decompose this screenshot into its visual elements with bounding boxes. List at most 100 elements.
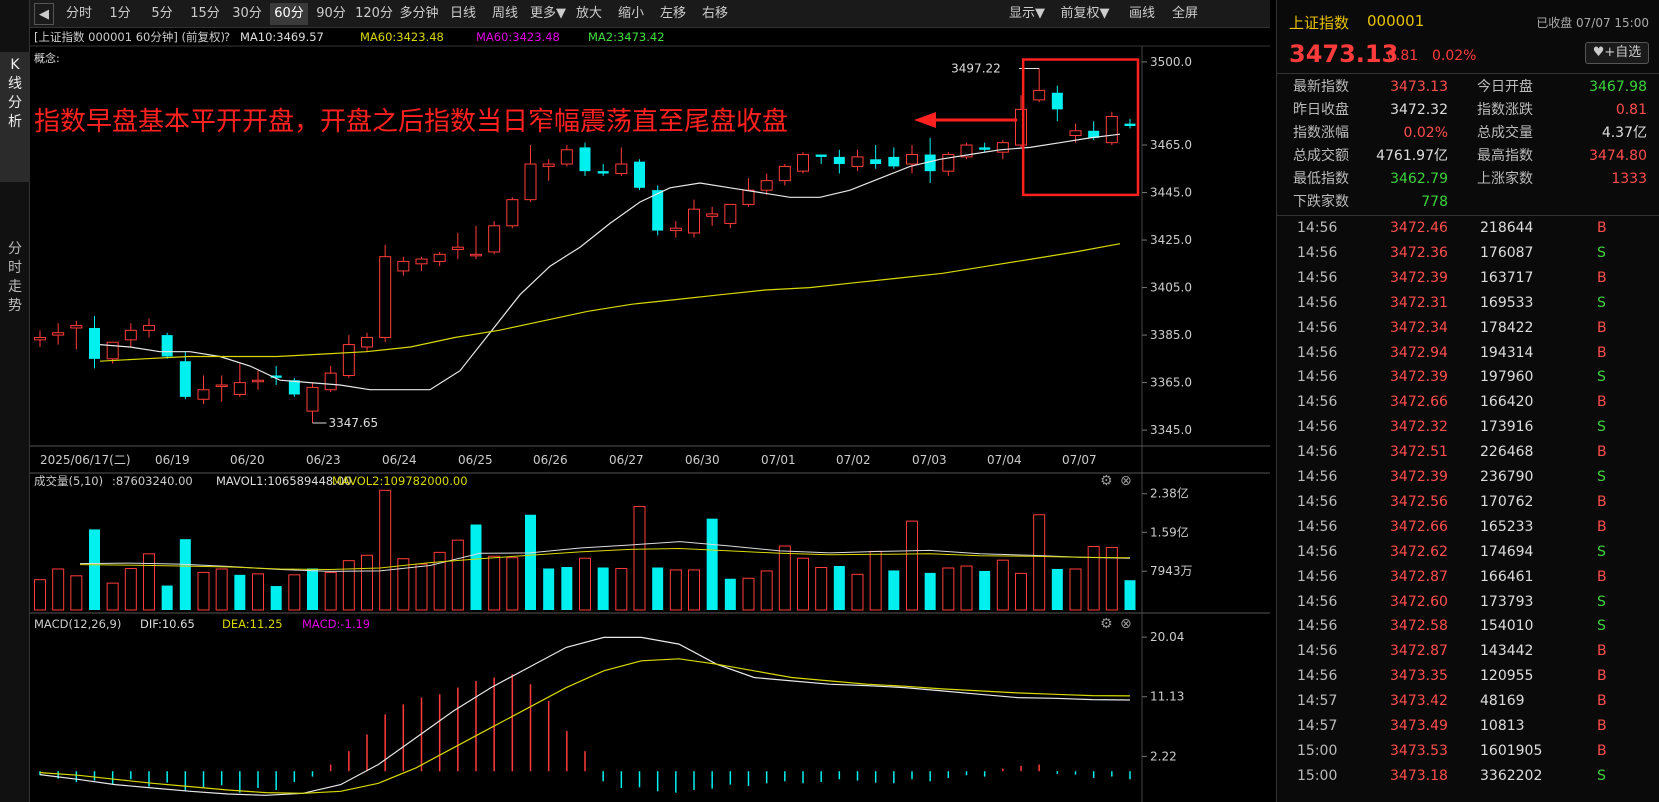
- volume-bar: [760, 570, 773, 611]
- stat-value: 3473.13: [1390, 79, 1448, 95]
- candle-body: [542, 163, 555, 167]
- stats-grid: 最新指数 3473.13 今日开盘 3467.98 昨日收盘 3472.32 指数涨跌 0.8…: [1277, 73, 1659, 210]
- tick-row: 14:56 3472.58 154010 S: [1277, 614, 1659, 639]
- toolbar-item-13[interactable]: 缩小: [612, 3, 650, 25]
- tick-volume: 163717: [1480, 269, 1534, 286]
- legend-ma2: MA2:3473.42: [588, 30, 665, 44]
- toolbar-item-0[interactable]: 分时: [60, 3, 98, 25]
- toolbar-item-3[interactable]: 15分: [186, 3, 224, 25]
- tick-price: 3473.53: [1390, 742, 1448, 759]
- volume-bar: [288, 574, 301, 611]
- volume-bar: [543, 568, 555, 610]
- stat-1-1: 指数涨跌 0.81: [1477, 98, 1647, 122]
- tick-volume: 173916: [1480, 419, 1534, 436]
- min-price-label: 3347.65: [329, 416, 379, 430]
- volume-bar: [1015, 572, 1027, 611]
- toolbar-right-item-0[interactable]: 显示▼: [1002, 3, 1052, 25]
- tick-row: 14:56 3472.66 165233 B: [1277, 515, 1659, 540]
- candle-body: [615, 163, 628, 175]
- candle-body: [1015, 108, 1027, 146]
- stat-label: 昨日收盘: [1293, 102, 1349, 118]
- toolbar-item-4[interactable]: 30分: [228, 3, 266, 25]
- candle-body: [433, 253, 446, 262]
- tick-direction: B: [1597, 568, 1607, 585]
- tick-price: 3473.49: [1390, 718, 1448, 734]
- legend-ma60: MA60:3423.48: [360, 30, 444, 44]
- tick-row: 14:56 3472.32 173916 S: [1277, 415, 1659, 440]
- collapse-left-icon[interactable]: ◀: [34, 3, 54, 25]
- tick-price: 3472.60: [1390, 593, 1448, 610]
- volume-bar: [215, 568, 228, 611]
- tick-volume: 10813: [1480, 718, 1525, 734]
- candle-body: [797, 154, 809, 172]
- stat-1-0: 昨日收盘 3472.32: [1293, 98, 1448, 122]
- tick-direction: B: [1597, 742, 1607, 759]
- tick-direction: B: [1597, 269, 1607, 286]
- candle-body: [560, 149, 573, 165]
- tick-volume: 226468: [1480, 444, 1534, 461]
- tick-price: 3472.31: [1390, 294, 1448, 311]
- volume-bar: [70, 575, 83, 611]
- tick-price: 3472.51: [1390, 444, 1448, 461]
- tick-price: 3472.66: [1390, 394, 1448, 411]
- toolbar-item-14[interactable]: 左移: [654, 3, 692, 25]
- add-favorite-button[interactable]: ♥+自选: [1585, 42, 1649, 64]
- price-tick-label: 3365.0: [1150, 376, 1192, 390]
- toolbar-item-11[interactable]: 更多▼: [528, 3, 568, 25]
- tick-volume: 174694: [1480, 543, 1534, 560]
- index-code: 000001: [1367, 12, 1425, 30]
- macd-tick-label: 20.04: [1150, 630, 1184, 644]
- volume-bar: [361, 554, 373, 611]
- toolbar-item-10[interactable]: 周线: [486, 3, 524, 25]
- volume-bar: [742, 577, 755, 611]
- volume-bar: [960, 565, 973, 611]
- price-tick-label: 3465.0: [1150, 138, 1192, 152]
- toolbar-item-5[interactable]: 60分: [270, 3, 308, 25]
- tick-row: 14:56 3472.36 176087 S: [1277, 241, 1659, 266]
- candle-body: [1033, 89, 1046, 101]
- tick-time: 14:56: [1297, 419, 1338, 436]
- date-label: 06/19: [155, 453, 190, 467]
- toolbar-right-item-3[interactable]: 全屏: [1164, 3, 1206, 25]
- candle-body: [760, 180, 773, 191]
- tick-price: 3472.32: [1390, 419, 1448, 436]
- volume-bar: [669, 569, 682, 611]
- toolbar-item-1[interactable]: 1分: [102, 3, 138, 25]
- volume-bar: [179, 539, 191, 610]
- tick-price: 3472.46: [1390, 220, 1448, 236]
- volume-bar: [34, 579, 46, 611]
- tab-k-line-analysis[interactable]: K 线 分 析: [0, 52, 30, 182]
- price-tick-label: 3425.0: [1150, 233, 1192, 247]
- toolbar-right-item-1[interactable]: 前复权▼: [1052, 3, 1118, 25]
- candle-body: [669, 227, 682, 232]
- tick-time: 14:56: [1297, 618, 1338, 635]
- tab-time-sharing[interactable]: 分 时 走 势: [0, 240, 30, 360]
- tick-direction: B: [1597, 643, 1607, 660]
- date-label: 07/01: [761, 453, 796, 467]
- toolbar-right-item-2[interactable]: 画线: [1122, 3, 1162, 25]
- kline-chart-area[interactable]: [上证指数 000001 60分钟] (前复权)? MA10:3469.57 MA6…: [30, 28, 1270, 802]
- toolbar-item-6[interactable]: 90分: [312, 3, 350, 25]
- tick-row: 14:56 3472.34 178422 B: [1277, 316, 1659, 341]
- toolbar-item-7[interactable]: 120分: [354, 3, 394, 25]
- candle-body: [870, 159, 882, 165]
- tick-volume: 169533: [1480, 294, 1534, 311]
- candle-body: [397, 260, 410, 272]
- toolbar-item-15[interactable]: 右移: [696, 3, 734, 25]
- tick-direction: S: [1597, 419, 1606, 436]
- tick-row: 14:56 3472.94 194314 B: [1277, 341, 1659, 366]
- stat-2-1: 总成交量 4.37亿: [1477, 121, 1647, 145]
- price-tick-label: 3500.0: [1150, 55, 1192, 69]
- date-label: 06/27: [609, 453, 644, 467]
- toolbar-item-8[interactable]: 多分钟: [396, 3, 442, 25]
- tick-list[interactable]: 14:56 3472.46 218644 B 14:56 3472.36 176087 S 14…: [1277, 215, 1659, 784]
- price-tick-label: 3385.0: [1150, 328, 1192, 342]
- toolbar-item-9[interactable]: 日线: [444, 3, 482, 25]
- toolbar-item-2[interactable]: 5分: [144, 3, 180, 25]
- tick-volume: 120955: [1480, 668, 1534, 685]
- stat-label: 指数涨跌: [1477, 102, 1533, 118]
- toolbar-item-12[interactable]: 放大: [570, 3, 608, 25]
- annotation-arrow-head: [914, 112, 936, 128]
- candle-body: [597, 171, 609, 174]
- candle-body: [724, 203, 737, 224]
